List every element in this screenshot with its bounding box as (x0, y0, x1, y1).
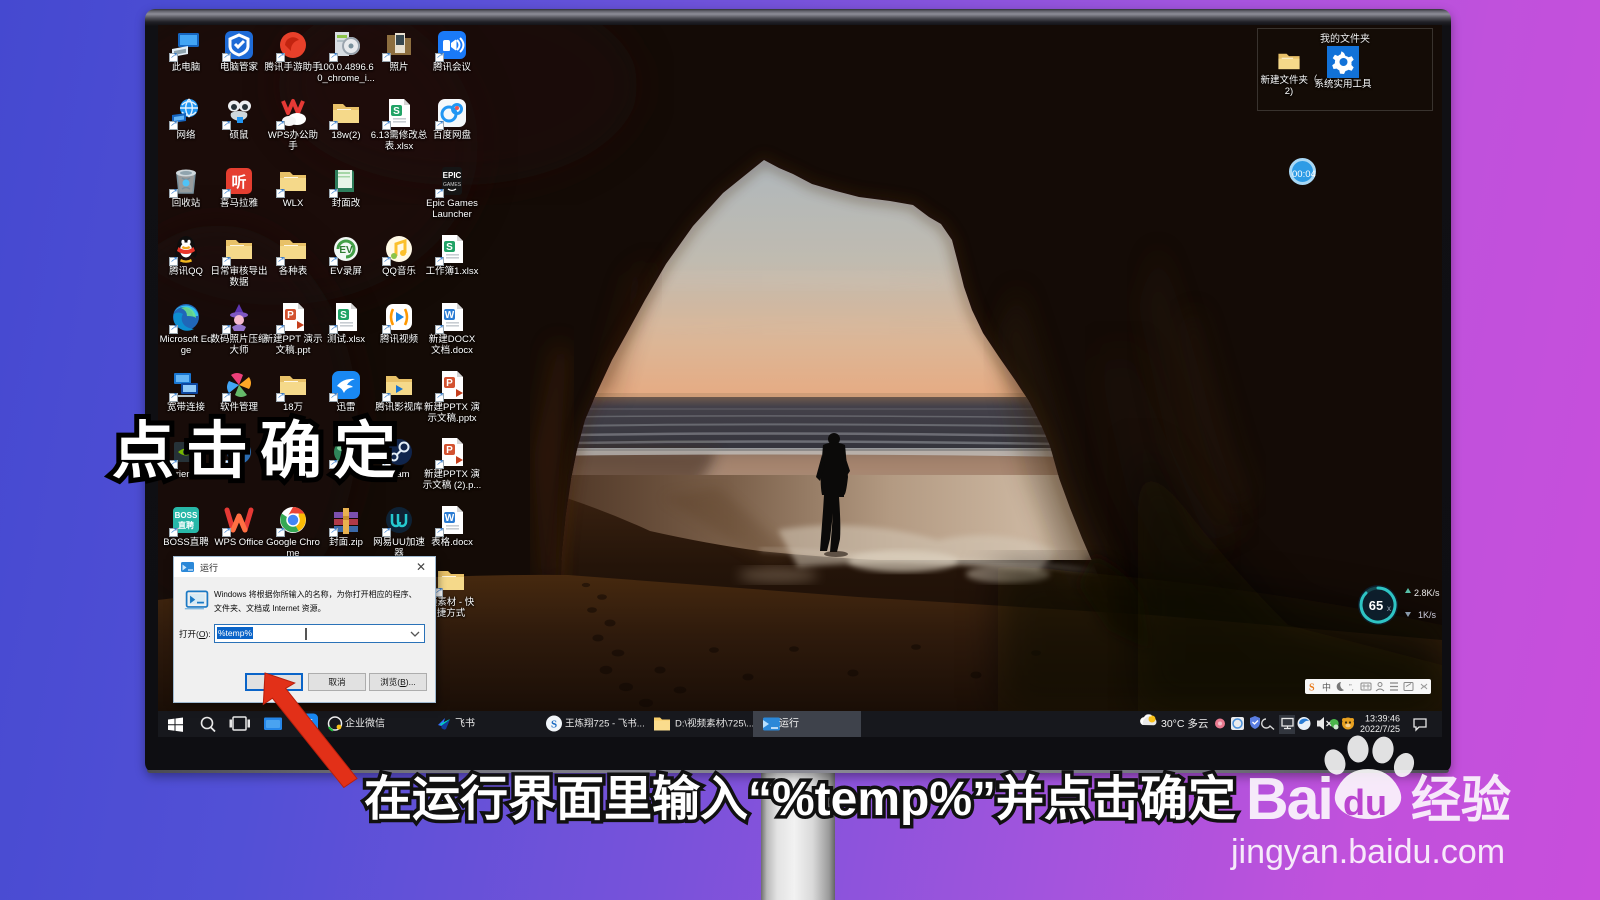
svg-text:1K/s: 1K/s (1418, 610, 1437, 620)
svg-text:x: x (1387, 604, 1391, 613)
svg-text:”,: ”, (1349, 683, 1354, 692)
svg-text:王炼翔725 - 飞书...: 王炼翔725 - 飞书... (565, 718, 645, 730)
svg-text:Bai: Bai (1246, 766, 1332, 832)
svg-text:13:39:46: 13:39:46 (1365, 714, 1400, 724)
svg-text:D:\视频素材\725\...: D:\视频素材\725\... (675, 718, 754, 730)
svg-text:jingyan.baidu.com: jingyan.baidu.com (1230, 833, 1505, 871)
svg-text:运行: 运行 (779, 717, 799, 730)
svg-text:2.8K/s: 2.8K/s (1414, 588, 1440, 598)
svg-text:30°C 多云: 30°C 多云 (1161, 717, 1208, 730)
svg-text:经验: 经验 (1411, 772, 1511, 828)
svg-text:飞书: 飞书 (455, 718, 475, 730)
svg-text:点击确定: 点击确定 (112, 417, 408, 486)
svg-text:中: 中 (1322, 682, 1331, 693)
svg-text:在运行界面里输入“%temp%”并点击确定: 在运行界面里输入“%temp%”并点击确定 (364, 773, 1236, 826)
svg-text:du: du (1343, 782, 1387, 823)
svg-text:S: S (1309, 683, 1315, 694)
svg-text:65: 65 (1369, 598, 1383, 613)
svg-text:S: S (551, 719, 557, 731)
